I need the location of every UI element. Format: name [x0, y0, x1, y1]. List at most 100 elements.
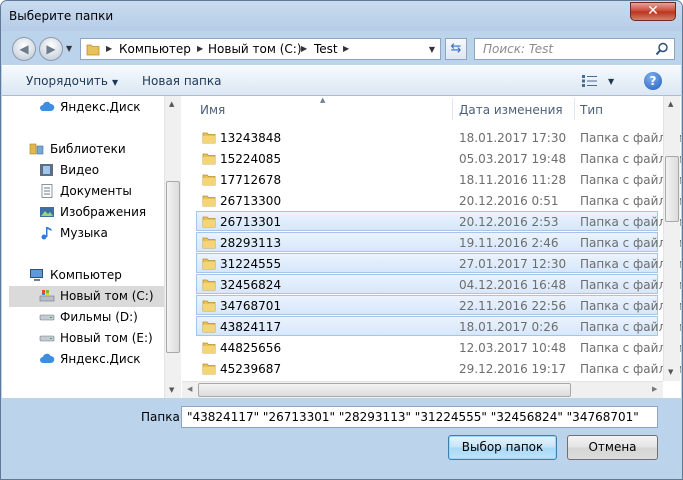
sidebar-item-label: Видео	[60, 163, 100, 177]
sidebar-item-label: Новый том (C:)	[60, 289, 154, 303]
cancel-button[interactable]: Отмена	[567, 435, 658, 460]
file-date: 29.12.2016 19:17	[459, 362, 567, 376]
table-row[interactable]: 28293113 19.11.2016 2:46 Папка с файлами	[196, 232, 681, 252]
sidebar-item-pictures[interactable]: Изображения	[2, 202, 164, 223]
sidebar-item-music[interactable]: Музыка	[2, 223, 164, 244]
folder-icon	[202, 237, 216, 249]
refresh-icon: ⇆	[450, 41, 462, 56]
sidebar-item-drive-e[interactable]: Новый том (E:)	[2, 328, 164, 349]
folder-icon	[202, 258, 216, 270]
organize-menu-button[interactable]: Упорядочить ▼	[26, 74, 118, 88]
folder-icon	[202, 153, 216, 165]
forward-button[interactable]: ▶	[39, 37, 63, 61]
video-icon	[40, 164, 53, 176]
help-icon[interactable]: ?	[644, 72, 662, 90]
breadcrumb-item[interactable]: Компьютер	[119, 42, 191, 56]
view-options-icon[interactable]	[582, 75, 598, 87]
table-row[interactable]: 31224555 27.01.2017 12:30 Папка с файлами	[196, 253, 681, 273]
sidebar-item-label: Яндекс.Диск	[60, 100, 141, 114]
folder-name-input[interactable]: "43824117" "26713301" "28293113" "312245…	[181, 406, 658, 428]
address-dropdown-icon[interactable]: ▼	[429, 45, 435, 54]
breadcrumb-separator-icon[interactable]: ▶	[106, 44, 112, 53]
scrollbar-thumb[interactable]	[665, 156, 679, 222]
sidebar-item-libraries[interactable]: Библиотеки	[2, 139, 164, 160]
breadcrumb-separator-icon[interactable]: ▶	[301, 44, 307, 53]
column-header-type[interactable]: Тип	[580, 103, 603, 117]
column-header-row: ▲ Имя Дата изменения Тип	[182, 96, 662, 122]
scroll-up-icon[interactable]: ▲	[668, 100, 673, 108]
table-row[interactable]: 32456824 04.12.2016 16:48 Папка с файлами	[196, 274, 681, 294]
search-icon[interactable]	[655, 42, 669, 56]
view-dropdown-icon[interactable]: ▼	[608, 77, 614, 86]
file-list-horizontal-scrollbar[interactable]: ◀ ▶	[182, 381, 663, 398]
sidebar-item-yandex-disk[interactable]: Яндекс.Диск	[2, 97, 164, 118]
sort-ascending-icon: ▲	[320, 96, 326, 104]
file-date: 04.12.2016 16:48	[459, 278, 567, 292]
title-bar: Выберите папки ✕	[1, 1, 682, 31]
table-row[interactable]: 17712678 18.11.2016 11:28 Папка с файлами	[196, 169, 681, 189]
file-list-vertical-scrollbar[interactable]: ▲ ▼	[663, 96, 680, 381]
history-dropdown-icon[interactable]: ▼	[66, 44, 72, 53]
table-row[interactable]: 15224085 05.03.2017 19:48 Папка с файлами	[196, 148, 681, 168]
file-date: 27.01.2017 12:30	[459, 257, 567, 271]
scroll-down-icon[interactable]: ▼	[169, 386, 174, 394]
drive-c-icon	[39, 290, 55, 302]
table-row[interactable]: 26713301 20.12.2016 2:53 Папка с файлами	[196, 211, 681, 231]
file-date: 18.01.2017 0:26	[459, 320, 559, 334]
address-bar[interactable]: ▶ Компьютер ▶ Новый том (C:) ▶ Test ▶ ▼	[80, 38, 441, 60]
new-folder-button[interactable]: Новая папка	[142, 74, 221, 88]
table-row[interactable]: 13243848 18.01.2017 17:30 Папка с файлами	[196, 127, 681, 147]
column-divider[interactable]	[574, 98, 575, 120]
sidebar-item-label: Новый том (E:)	[60, 331, 153, 345]
file-date: 18.11.2016 11:28	[459, 173, 567, 187]
column-header-date[interactable]: Дата изменения	[459, 103, 563, 117]
table-row[interactable]: 44825656 12.03.2017 10:48 Папка с файлами	[196, 337, 681, 357]
folder-icon	[86, 44, 100, 56]
navigation-bar: ◀ ▶ ▼ ▶ Компьютер ▶ Новый том (C:) ▶ Tes…	[1, 31, 682, 65]
scroll-right-icon[interactable]: ▶	[652, 385, 657, 393]
refresh-button[interactable]: ⇆	[445, 38, 467, 60]
folder-picker-dialog: Выберите папки ✕ ◀ ▶ ▼ ▶ Компьютер ▶ Нов…	[0, 0, 683, 480]
file-name: 34768701	[220, 299, 282, 313]
sidebar-item-video[interactable]: Видео	[2, 160, 164, 181]
file-date: 22.11.2016 22:56	[459, 299, 567, 313]
table-row[interactable]: 34768701 22.11.2016 22:56 Папка с файлами	[196, 295, 681, 315]
scrollbar-thumb[interactable]	[198, 383, 571, 397]
folder-icon	[202, 321, 216, 333]
folder-icon	[202, 216, 216, 228]
file-name: 31224555	[220, 257, 282, 271]
table-row[interactable]: 43824117 18.01.2017 0:26 Папка с файлами	[196, 316, 681, 336]
file-date: 18.01.2017 17:30	[459, 131, 567, 145]
breadcrumb-separator-icon[interactable]: ▶	[197, 44, 203, 53]
organize-label: Упорядочить	[26, 74, 108, 88]
sidebar-item-yandex-disk[interactable]: Яндекс.Диск	[2, 349, 164, 370]
sidebar-item-label: Яндекс.Диск	[60, 352, 141, 366]
column-header-name[interactable]: Имя	[200, 103, 225, 117]
sidebar-item-label: Библиотеки	[50, 142, 126, 156]
table-row[interactable]: 26713300 20.12.2016 0:51 Папка с файлами	[196, 190, 681, 210]
breadcrumb-separator-icon[interactable]: ▶	[343, 44, 349, 53]
scroll-left-icon[interactable]: ◀	[187, 385, 192, 393]
file-name: 45239687	[220, 362, 282, 376]
search-input[interactable]: Поиск: Test	[474, 38, 675, 60]
sidebar-item-drive-c[interactable]: Новый том (C:)	[9, 286, 164, 307]
breadcrumb-item[interactable]: Новый том (C:)	[208, 42, 302, 56]
column-divider[interactable]	[452, 98, 453, 120]
breadcrumb-item[interactable]: Test	[314, 42, 338, 56]
close-button[interactable]: ✕	[630, 2, 676, 21]
sidebar-item-label: Изображения	[60, 205, 147, 219]
table-row[interactable]: 45239687 29.12.2016 19:17 Папка с файлами	[196, 358, 681, 378]
sidebar-item-drive-d[interactable]: Фильмы (D:)	[2, 307, 164, 328]
sidebar-item-computer[interactable]: Компьютер	[2, 265, 164, 286]
select-folders-button[interactable]: Выбор папок	[448, 435, 557, 460]
scroll-down-icon[interactable]: ▼	[668, 368, 673, 376]
arrow-left-icon: ◀	[19, 42, 29, 56]
scroll-up-icon[interactable]: ▲	[169, 100, 174, 108]
scrollbar-thumb[interactable]	[166, 181, 180, 353]
navigation-scrollbar[interactable]: ▲ ▼	[164, 96, 181, 398]
sidebar-item-label: Музыка	[60, 226, 108, 240]
sidebar-item-documents[interactable]: Документы	[2, 181, 164, 202]
pictures-icon	[40, 207, 54, 217]
back-button[interactable]: ◀	[12, 37, 36, 61]
file-date: 19.11.2016 2:46	[459, 236, 559, 250]
